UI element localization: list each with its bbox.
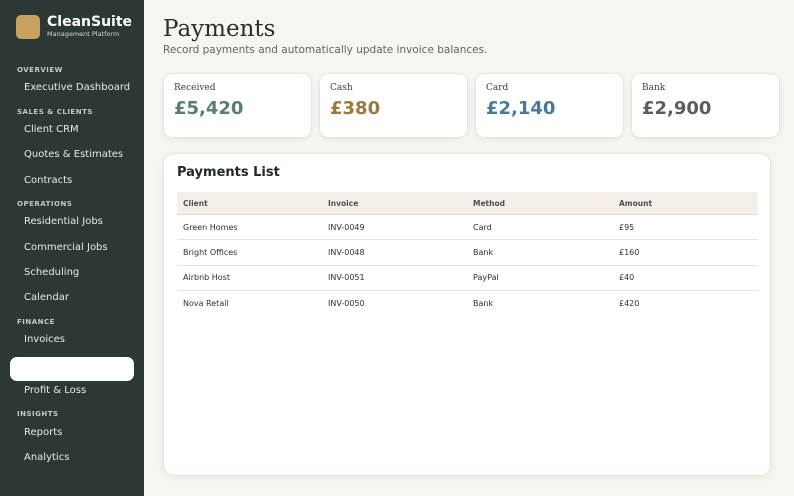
sidebar-item-reports[interactable]: Reports: [24, 427, 62, 438]
stat-value: £5,420: [174, 98, 244, 119]
table-row[interactable]: Nova Retail INV-0050 Bank £420: [177, 291, 758, 316]
cell-method: Card: [473, 222, 492, 232]
cell-invoice: INV-0048: [328, 247, 365, 257]
sidebar-item-quotes-estimates[interactable]: Quotes & Estimates: [24, 149, 123, 160]
table-row[interactable]: Green Homes INV-0049 Card £95: [177, 215, 758, 241]
brand-subtitle: Management Platform: [47, 30, 120, 38]
stat-card-card: Card £2,140: [475, 73, 624, 138]
cell-amount: £420: [619, 299, 640, 309]
payments-table: Client Invoice Method Amount Green Homes…: [177, 192, 758, 316]
brand[interactable]: CleanSuite Management Platform: [16, 14, 132, 39]
cell-client: Green Homes: [183, 222, 238, 232]
cell-method: Bank: [473, 247, 494, 257]
cell-client: Bright Offices: [183, 247, 238, 257]
nav-section-overview: OVERVIEW: [17, 66, 63, 74]
stat-value: £2,140: [486, 98, 556, 119]
stat-value: £380: [330, 98, 381, 119]
column-header-client[interactable]: Client: [183, 199, 208, 208]
sidebar-item-residential-jobs[interactable]: Residential Jobs: [24, 216, 103, 227]
panel-title: Payments List: [177, 165, 280, 180]
column-header-invoice[interactable]: Invoice: [328, 199, 358, 208]
nav-section-operations: OPERATIONS: [17, 200, 73, 208]
sidebar-item-calendar[interactable]: Calendar: [24, 292, 69, 303]
cell-method: Bank: [473, 299, 494, 309]
stat-value: £2,900: [642, 98, 712, 119]
stat-card-cash: Cash £380: [319, 73, 468, 138]
stat-label: Bank: [642, 83, 666, 93]
cell-invoice: INV-0051: [328, 273, 365, 283]
stat-label: Received: [174, 83, 216, 93]
stat-card-received: Received £5,420: [163, 73, 312, 138]
stat-label: Card: [486, 83, 509, 93]
column-header-method[interactable]: Method: [473, 199, 505, 208]
nav-section-sales-clients: SALES & CLIENTS: [17, 108, 93, 116]
stat-card-bank: Bank £2,900: [631, 73, 780, 138]
brand-name: CleanSuite: [47, 14, 133, 30]
page-subtitle: Record payments and automatically update…: [163, 44, 488, 56]
sidebar-item-client-crm[interactable]: Client CRM: [24, 124, 79, 135]
payments-panel: Payments List Client Invoice Method Amou…: [163, 153, 771, 476]
table-row[interactable]: Bright Offices INV-0048 Bank £160: [177, 240, 758, 266]
cell-method: PayPal: [473, 273, 499, 283]
cell-invoice: INV-0050: [328, 299, 365, 309]
sidebar-item-invoices[interactable]: Invoices: [24, 334, 65, 345]
sidebar-item-contracts[interactable]: Contracts: [24, 175, 72, 186]
cell-amount: £95: [619, 222, 635, 232]
table-row[interactable]: Airbnb Host INV-0051 PayPal £40: [177, 266, 758, 291]
table-header: Client Invoice Method Amount: [177, 192, 758, 215]
column-header-amount[interactable]: Amount: [619, 199, 652, 208]
nav-section-finance: FINANCE: [17, 318, 55, 326]
sidebar-item-commercial-jobs[interactable]: Commercial Jobs: [24, 242, 108, 253]
stat-label: Cash: [330, 83, 353, 93]
logo-icon: [16, 14, 40, 39]
cell-invoice: INV-0049: [328, 222, 365, 232]
sidebar-item-executive-dashboard[interactable]: Executive Dashboard: [24, 82, 130, 93]
sidebar-item-analytics[interactable]: Analytics: [24, 452, 69, 463]
sidebar-item-payments-active[interactable]: [10, 357, 134, 381]
cell-amount: £160: [619, 247, 640, 257]
sidebar-item-profit-loss[interactable]: Profit & Loss: [24, 385, 86, 396]
main-content: Payments Record payments and automatical…: [144, 0, 794, 496]
sidebar: CleanSuite Management Platform OVERVIEW …: [0, 0, 144, 496]
cell-client: Nova Retail: [183, 299, 229, 309]
cell-amount: £40: [619, 273, 635, 283]
page-title: Payments: [163, 16, 276, 42]
nav-section-insights: INSIGHTS: [17, 410, 59, 418]
cell-client: Airbnb Host: [183, 273, 230, 283]
sidebar-item-scheduling[interactable]: Scheduling: [24, 267, 79, 278]
